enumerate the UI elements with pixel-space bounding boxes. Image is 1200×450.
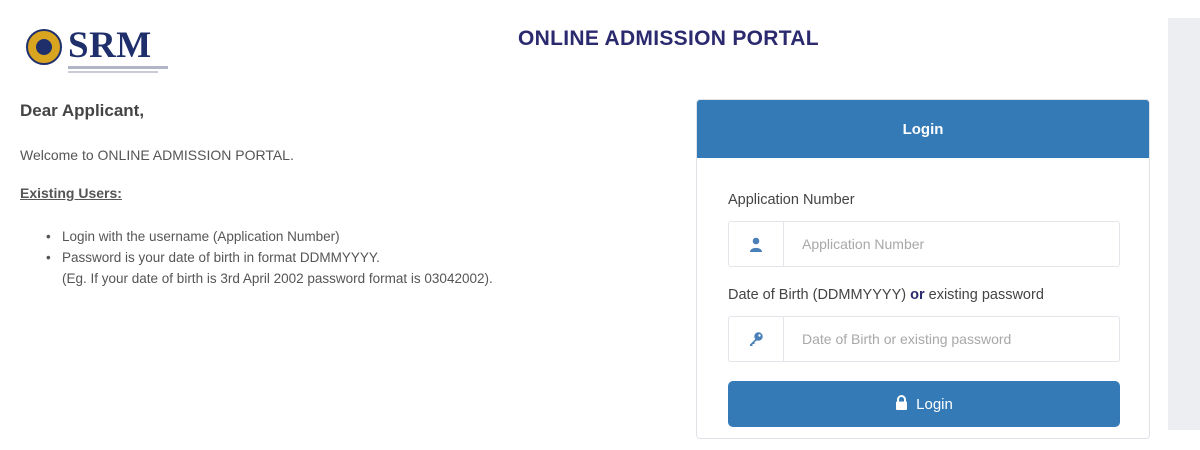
page-title: ONLINE ADMISSION PORTAL	[518, 27, 819, 50]
existing-users-heading: Existing Users:	[20, 185, 122, 201]
list-item: • Password is your date of birth in forma…	[46, 250, 380, 265]
password-example: (Eg. If your date of birth is 3rd April …	[62, 271, 493, 286]
srm-emblem-icon	[26, 29, 62, 65]
lock-icon	[895, 394, 908, 414]
application-number-input[interactable]	[784, 222, 1119, 266]
login-button-label: Login	[916, 395, 953, 413]
login-button[interactable]: Login	[728, 381, 1120, 427]
password-group	[728, 316, 1120, 362]
right-edge-panel	[1168, 18, 1200, 430]
welcome-text: Welcome to ONLINE ADMISSION PORTAL.	[20, 147, 294, 163]
login-panel: Login Application Number Date of Birth (…	[696, 99, 1150, 439]
greeting-text: Dear Applicant,	[20, 101, 145, 120]
application-number-label: Application Number	[728, 192, 855, 208]
dob-label: Date of Birth (DDMMYYYY) or existing pas…	[728, 287, 1044, 303]
login-panel-header: Login	[697, 100, 1149, 158]
logo-tagline-2	[68, 71, 158, 73]
instructions-list: • Login with the username (Application Nu…	[46, 226, 493, 289]
key-icon	[729, 317, 784, 361]
logo-tagline	[68, 66, 168, 69]
user-icon	[729, 222, 784, 266]
srm-logo: SRM	[26, 25, 171, 74]
password-input[interactable]	[784, 317, 1119, 361]
logo-text: SRM	[68, 25, 152, 66]
list-item: • Login with the username (Application Nu…	[46, 229, 340, 244]
application-number-group	[728, 221, 1120, 267]
